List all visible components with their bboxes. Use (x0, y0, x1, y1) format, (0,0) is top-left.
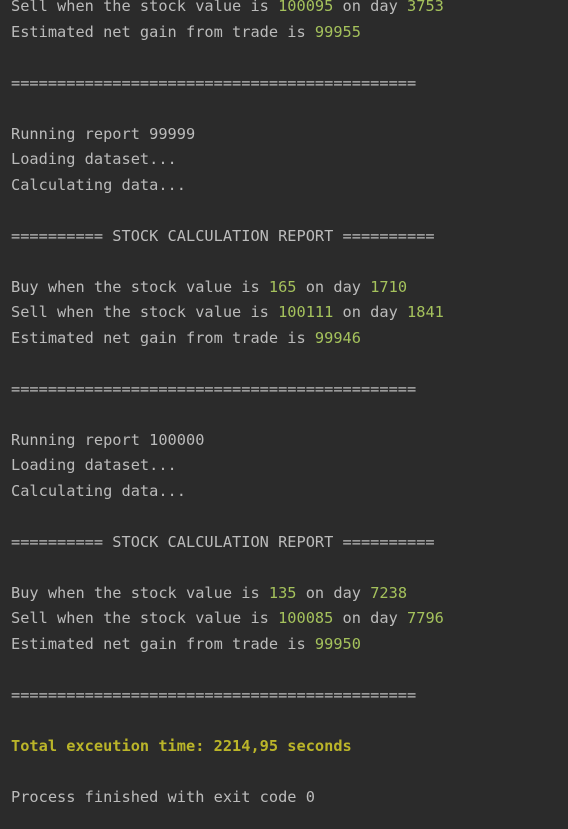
buy-line: Buy when the stock value is 135 on day 7… (11, 582, 407, 604)
buy-value: 165 (268, 278, 297, 296)
gain-value: 99955 (314, 23, 361, 41)
buy-value: 135 (268, 584, 297, 602)
sell-mid: on day (333, 303, 408, 321)
calculating-line: Calculating data... (11, 176, 186, 194)
calculating-line: Calculating data... (11, 482, 186, 500)
running-report-line: Running report 99999 (11, 125, 196, 143)
gain-line: Estimated net gain from trade is 99950 (11, 633, 361, 655)
buy-mid: on day (296, 278, 371, 296)
sell-mid: on day (333, 0, 408, 15)
total-execution-time: Total exceution time: 2214,95 seconds (11, 737, 352, 755)
sell-line: Sell when the stock value is 100111 on d… (11, 301, 444, 323)
running-report-line: Running report 100000 (11, 431, 205, 449)
buy-text: Buy when the stock value is (11, 584, 269, 602)
sell-value: 100085 (278, 609, 334, 627)
sell-text: Sell when the stock value is (11, 0, 279, 15)
gain-line: Estimated net gain from trade is 99955 (11, 21, 361, 43)
loading-line: Loading dataset... (11, 150, 177, 168)
sell-text: Sell when the stock value is (11, 609, 279, 627)
sell-line: Sell when the stock value is 100085 on d… (11, 607, 444, 629)
sell-day: 1841 (407, 303, 444, 321)
sell-mid: on day (333, 609, 408, 627)
gain-value: 99950 (314, 635, 361, 653)
sell-value: 100111 (278, 303, 334, 321)
sell-value: 100095 (278, 0, 334, 15)
report-header-line: ========== STOCK CALCULATION REPORT ====… (11, 227, 435, 245)
console-output[interactable]: Sell when the stock value is 100095 on d… (0, 0, 568, 829)
buy-mid: on day (296, 584, 371, 602)
separator-line: ========================================… (11, 380, 417, 398)
separator-line: ========================================… (11, 74, 417, 92)
sell-day: 7796 (407, 609, 444, 627)
buy-line: Buy when the stock value is 165 on day 1… (11, 276, 407, 298)
sell-day: 3753 (407, 0, 444, 15)
separator-line: ========================================… (11, 686, 417, 704)
buy-day: 1710 (370, 278, 408, 296)
report-header-line: ========== STOCK CALCULATION REPORT ====… (11, 533, 435, 551)
gain-text: Estimated net gain from trade is (11, 329, 315, 347)
gain-value: 99946 (314, 329, 361, 347)
loading-line: Loading dataset... (11, 456, 177, 474)
sell-text: Sell when the stock value is (11, 303, 279, 321)
gain-text: Estimated net gain from trade is (11, 635, 315, 653)
gain-text: Estimated net gain from trade is (11, 23, 315, 41)
buy-text: Buy when the stock value is (11, 278, 269, 296)
sell-line: Sell when the stock value is 100095 on d… (11, 0, 444, 17)
gain-line: Estimated net gain from trade is 99946 (11, 327, 361, 349)
buy-day: 7238 (370, 584, 408, 602)
process-exit-line: Process finished with exit code 0 (11, 788, 315, 806)
